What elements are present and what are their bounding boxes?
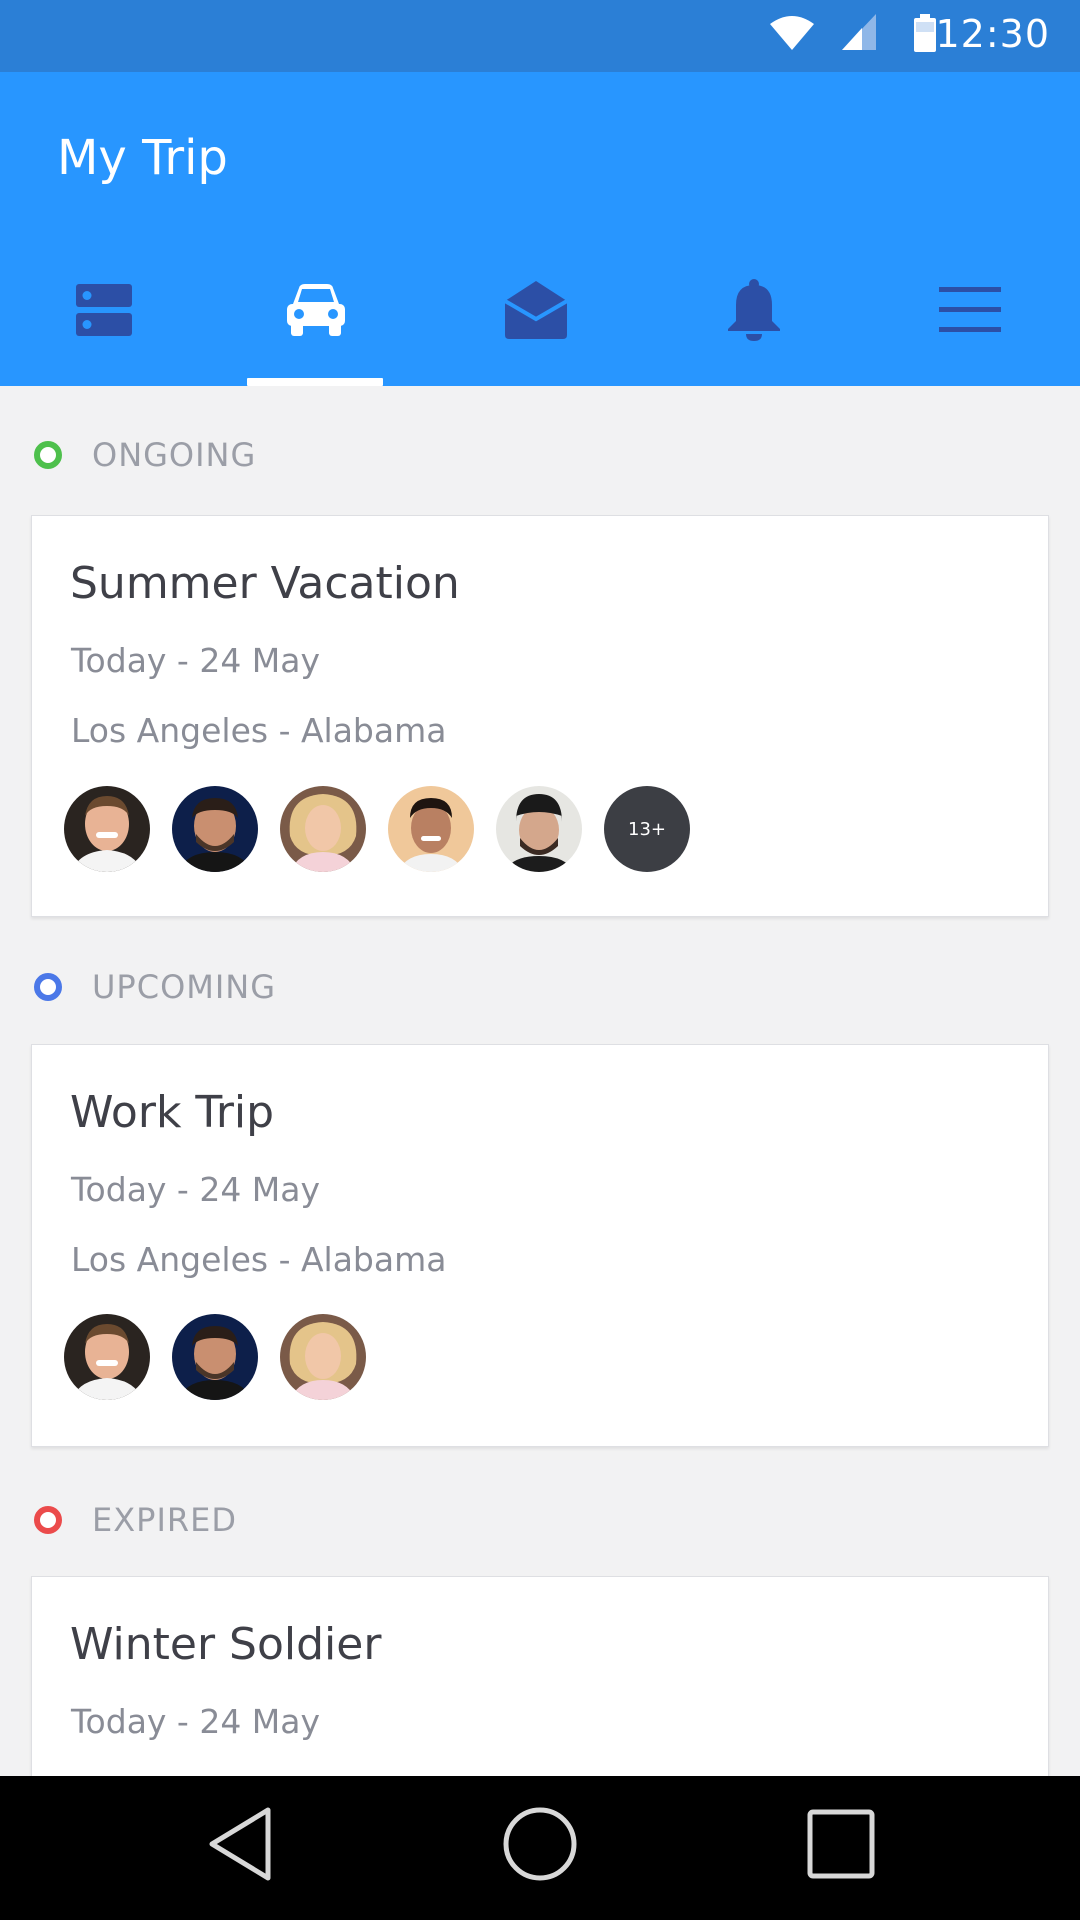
- status-dot-icon: [34, 1506, 62, 1534]
- section-header-upcoming: UPCOMING: [34, 967, 276, 1007]
- wifi-icon: [770, 14, 814, 54]
- avatar[interactable]: [280, 1314, 366, 1400]
- trip-title: Winter Soldier: [70, 1619, 382, 1670]
- tab-server[interactable]: [24, 242, 184, 382]
- avatar[interactable]: [172, 786, 258, 872]
- trip-card-summer-vacation[interactable]: Summer Vacation Today - 24 May Los Angel…: [31, 515, 1049, 917]
- page-title: My Trip: [57, 130, 228, 186]
- trip-route: Los Angeles - Alabama: [71, 1240, 447, 1279]
- status-bar: 12:30: [0, 0, 1080, 72]
- recents-icon[interactable]: [806, 1804, 876, 1888]
- section-header-expired: EXPIRED: [34, 1500, 237, 1540]
- participant-avatars: 13+: [64, 786, 712, 872]
- status-dot-icon: [34, 973, 62, 1001]
- back-icon[interactable]: [206, 1804, 274, 1888]
- battery-icon: [914, 14, 936, 56]
- avatar[interactable]: [496, 786, 582, 872]
- section-label: UPCOMING: [92, 968, 277, 1006]
- car-icon: [287, 284, 345, 340]
- trip-dates: Today - 24 May: [71, 1170, 321, 1209]
- trip-dates: Today - 24 May: [71, 641, 321, 680]
- section-label: EXPIRED: [92, 1501, 237, 1539]
- system-nav-bar: [0, 1776, 1080, 1920]
- status-time: 12:30: [935, 12, 1050, 56]
- home-icon[interactable]: [502, 1804, 578, 1888]
- section-header-ongoing: ONGOING: [34, 435, 256, 475]
- trip-dates: Today - 24 May: [71, 1702, 321, 1741]
- section-label: ONGOING: [92, 436, 257, 474]
- mail-open-icon: [503, 281, 569, 343]
- app-bar: My Trip: [0, 72, 1080, 386]
- avatar[interactable]: [280, 786, 366, 872]
- avatar[interactable]: [64, 1314, 150, 1400]
- more-participants-badge[interactable]: 13+: [604, 786, 690, 872]
- tab-car[interactable]: [236, 242, 396, 382]
- participant-avatars: [64, 1314, 388, 1400]
- menu-icon: [939, 287, 1001, 337]
- trip-title: Work Trip: [70, 1087, 275, 1138]
- trip-title: Summer Vacation: [70, 558, 460, 609]
- avatar[interactable]: [388, 786, 474, 872]
- tab-menu[interactable]: [890, 242, 1050, 382]
- status-dot-icon: [34, 441, 62, 469]
- trip-card-work-trip[interactable]: Work Trip Today - 24 May Los Angeles - A…: [31, 1044, 1049, 1447]
- active-tab-indicator: [247, 378, 383, 386]
- avatar[interactable]: [172, 1314, 258, 1400]
- server-icon: [76, 282, 132, 342]
- tab-mail[interactable]: [456, 242, 616, 382]
- bell-icon: [726, 279, 782, 345]
- trip-route: Los Angeles - Alabama: [71, 711, 447, 750]
- signal-icon: [842, 14, 876, 54]
- tab-notifications[interactable]: [674, 242, 834, 382]
- avatar[interactable]: [64, 786, 150, 872]
